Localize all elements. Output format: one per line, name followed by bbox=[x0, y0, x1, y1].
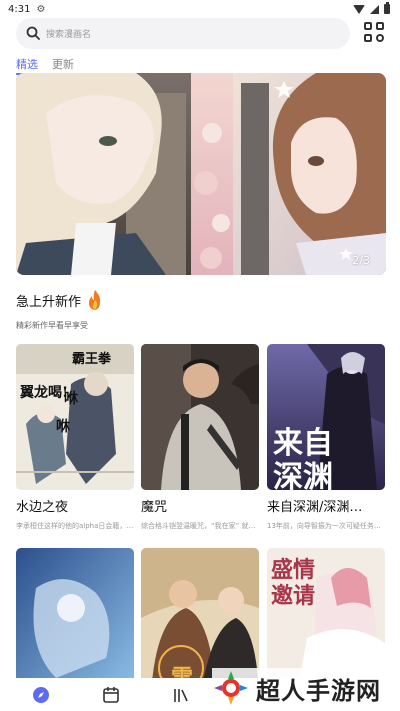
cover-text: 邀请 bbox=[271, 583, 316, 609]
search-row: 搜索漫画名 bbox=[16, 17, 386, 49]
calendar-icon bbox=[103, 686, 119, 703]
banner-pager: 2/3 bbox=[352, 254, 370, 267]
section-title: 急上升新作 bbox=[16, 290, 103, 310]
comic-cover bbox=[141, 344, 259, 490]
nav-bookshelf[interactable] bbox=[172, 686, 190, 704]
cover-text: 霸王拳 bbox=[72, 352, 112, 367]
cover-text: 咻 bbox=[56, 419, 70, 435]
cover-art bbox=[16, 548, 134, 694]
signal-icon bbox=[370, 4, 379, 14]
bookshelf-icon bbox=[174, 688, 188, 702]
comic-cover bbox=[16, 548, 134, 694]
search-input[interactable]: 搜索漫画名 bbox=[16, 17, 350, 49]
comic-card[interactable]: 翼龙喝! 霸王拳 咻 咻 水边之夜 李承桓住这样的他的alpha日会籍，会社… bbox=[16, 344, 134, 531]
comic-desc: 13年前，向导智振为一次可疑任务种Mi… bbox=[267, 522, 385, 530]
cover-text: 翼龙喝! bbox=[20, 385, 69, 401]
section-title-text: 急上升新作 bbox=[16, 294, 82, 310]
compass-icon bbox=[33, 686, 49, 703]
search-icon bbox=[26, 26, 40, 40]
flame-icon bbox=[89, 290, 101, 310]
comic-title: 魔咒 bbox=[141, 500, 168, 515]
grid-icon-cell bbox=[376, 22, 384, 30]
search-circle-icon bbox=[376, 34, 384, 42]
comic-desc: 李承桓住这样的他的alpha日会籍，会社… bbox=[16, 522, 134, 530]
comic-cover: 翼龙喝! 霸王拳 咻 咻 bbox=[16, 344, 134, 490]
nav-discover[interactable] bbox=[32, 686, 50, 704]
comic-cover: 来自 深渊 bbox=[267, 344, 385, 490]
section-subtitle: 精彩新作早看早享受 bbox=[16, 321, 88, 330]
comic-card[interactable]: 来自 深渊 来自深渊/深渊… 13年前，向导智振为一次可疑任务种Mi… bbox=[267, 344, 385, 531]
wifi-icon bbox=[353, 4, 365, 14]
cover-text: 咻 bbox=[64, 391, 78, 407]
comic-title: 来自深渊/深渊… bbox=[267, 500, 363, 515]
search-placeholder: 搜索漫画名 bbox=[46, 29, 92, 40]
battery-icon bbox=[384, 2, 390, 14]
comic-desc: 综合格斗铠翌温暖咒，“我在家” 就我… bbox=[141, 522, 259, 530]
status-bar: 4:31 ⚙ bbox=[0, 0, 400, 18]
comic-card[interactable] bbox=[16, 548, 134, 694]
nav-calendar[interactable] bbox=[102, 686, 120, 704]
cover-art bbox=[141, 344, 259, 490]
watermark-logo bbox=[214, 671, 248, 705]
watermark-text: 超人手游网 bbox=[256, 676, 381, 705]
site-watermark: 超人手游网 bbox=[212, 668, 392, 708]
banner-illustration bbox=[16, 73, 386, 275]
settings-gear-icon: ⚙ bbox=[36, 3, 46, 15]
cover-text: 深渊 bbox=[273, 460, 333, 490]
featured-banner[interactable]: 2/3 bbox=[16, 73, 386, 275]
grid-icon-cell bbox=[364, 34, 372, 42]
category-grid-button[interactable] bbox=[364, 22, 386, 44]
status-time: 4:31 bbox=[8, 3, 31, 15]
comic-card[interactable]: 魔咒 综合格斗铠翌温暖咒，“我在家” 就我… bbox=[141, 344, 259, 531]
comic-title: 水边之夜 bbox=[16, 500, 69, 515]
grid-icon bbox=[364, 22, 372, 30]
